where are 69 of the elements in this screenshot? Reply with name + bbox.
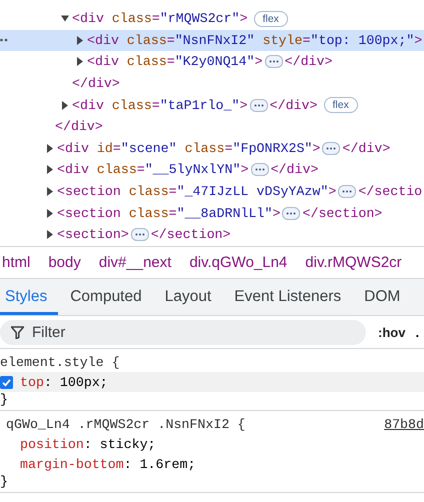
expand-arrow-icon[interactable] [46,165,54,174]
element-tag[interactable]: <div class="__5lyNxlYN"> [57,162,249,178]
breadcrumb-link[interactable]: div.rMQWS2cr [305,254,402,271]
closing-tag: </section> [302,206,382,221]
element-tag[interactable]: <section class="__8aDRNlLl"> [57,206,280,221]
node-row[interactable]: <div class="taP1rlo_"> </div> flex [0,94,424,116]
property-checkbox[interactable] [0,376,13,388]
expand-arrow-icon[interactable] [76,36,84,45]
hover-state-toggle[interactable]: :hov [378,324,406,340]
closing-tag: </div> [342,140,390,156]
node-row[interactable]: <section class="__8aDRNlLl"> </section> [0,202,424,224]
css-selector: element.style { [0,354,121,370]
class-toggle[interactable]: . [415,324,420,340]
ellipsis-icon[interactable] [282,206,300,220]
node-row[interactable]: <div class="NsnFNxI2" style="top: 100px;"> [0,30,424,52]
node-row[interactable]: <section class="_47IJzLL vDSyYAzw"> </sectio [0,180,424,202]
closing-brace: } [0,392,8,407]
closing-tag: </div> [270,98,318,113]
closing-tag: </section> [150,227,231,242]
element-tag[interactable]: <section class="_47IJzLL vDSyYAzw"> [57,184,336,200]
node-row[interactable]: <section> </section> [0,224,424,246]
css-declaration: margin-bottom: 1.6rem; [20,456,196,472]
element-tag[interactable]: <section> [57,227,129,242]
closing-tag: </div> [55,119,103,134]
ellipsis-icon[interactable] [338,185,356,198]
expand-arrow-icon[interactable] [61,14,69,24]
element-tag[interactable]: <div class="NsnFNxI2" style="top: 100px;"> [87,32,422,48]
ellipsis-icon[interactable] [250,163,269,176]
filter-icon [11,326,24,338]
ellipsis-icon[interactable] [130,228,149,242]
breadcrumb-link[interactable]: body [48,254,81,271]
element-tag[interactable]: <div class="taP1rlo_"> [72,98,248,113]
expand-arrow-icon[interactable] [46,187,54,196]
expand-arrow-icon[interactable] [76,57,84,66]
breadcrumb-link[interactable]: html [2,254,30,271]
closing-tag: </div> [284,54,332,70]
element-tag[interactable]: <div class="K2y0NQ14"> [87,54,263,70]
expand-arrow-icon[interactable] [46,230,54,240]
expand-arrow-icon[interactable] [46,144,54,153]
closing-brace: } [0,474,8,489]
css-selector: qGWo_Ln4 .rMQWS2cr .NsnFNxI2 { [6,416,246,432]
element-tag[interactable]: <div class="rMQWS2cr"> [72,11,248,26]
expand-arrow-icon[interactable] [46,208,54,218]
breadcrumb-link[interactable]: div.qGWo_Ln4 [189,254,288,271]
ellipsis-icon[interactable] [250,98,268,112]
layout-badge[interactable]: flex [254,10,288,27]
panel-tab[interactable]: DOM [359,279,412,315]
closing-tag: </div> [72,76,120,92]
element-tag[interactable]: <div id="scene" class="FpONRX2S"> [57,140,320,156]
node-row[interactable]: <div id="scene" class="FpONRX2S"> </div> [0,138,424,160]
panel-tab[interactable]: Layout [160,279,222,315]
panel-tab[interactable]: Event Listeners [229,279,352,315]
ellipsis-icon[interactable] [322,142,340,155]
node-row[interactable]: <div class="K2y0NQ14"> </div> [0,51,424,73]
source-link[interactable]: 87b8d [384,416,424,432]
closing-tag: </sectio [358,184,422,200]
expand-arrow-icon[interactable] [61,100,69,110]
ellipsis-icon[interactable] [264,55,283,68]
panel-tab[interactable]: Styles [0,279,58,315]
layout-badge[interactable]: flex [324,97,358,114]
panel-tab[interactable]: Computed [65,279,153,315]
more-icon[interactable] [0,36,9,43]
css-declaration: top: 100px; [20,374,108,390]
css-declaration: position: sticky; [20,436,156,452]
closing-tag: </div> [270,162,318,178]
filter-field[interactable]: Filter [0,320,366,344]
node-row[interactable]: <div class="rMQWS2cr"> flex [0,8,424,30]
node-row[interactable]: <div class="__5lyNxlYN"> </div> [0,159,424,181]
breadcrumb-link[interactable]: div#__next [98,254,172,271]
